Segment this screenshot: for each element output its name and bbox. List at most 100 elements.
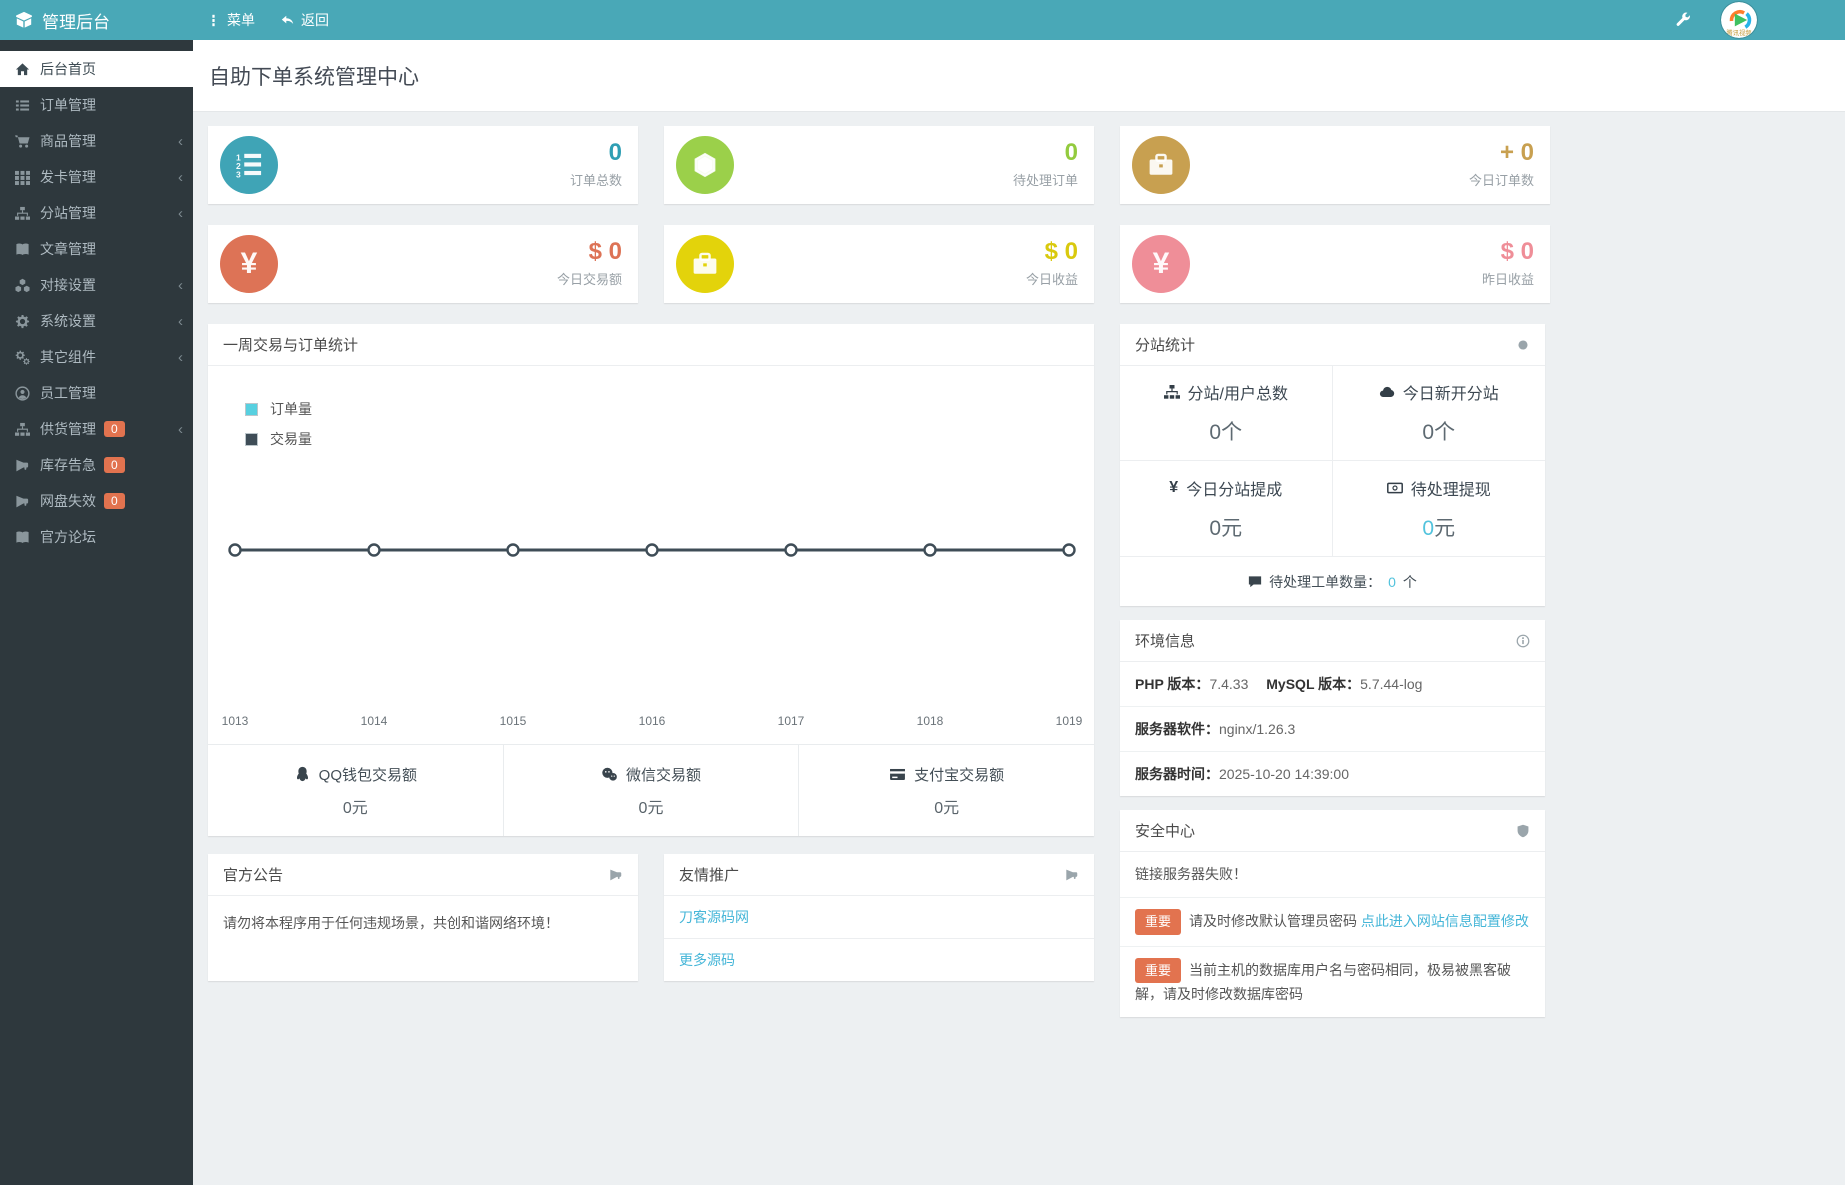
substation-panel: 分站统计 分站/用户总数 0个 今日新开分站 0个 ¥ 今日分站提成 0元 待处… [1120, 324, 1545, 606]
nav-links: 菜单 返回 [193, 10, 329, 30]
banknote-icon [1386, 482, 1403, 493]
x-tick: 1016 [639, 714, 666, 728]
chart-plot: 1013 1014 1015 1016 1017 1018 1019 [222, 543, 1083, 728]
top-navbar: 管理后台 菜单 返回 腾讯视频 [0, 0, 1845, 40]
chevron-left-icon: ‹ [178, 204, 183, 222]
stat-value: 0 [1064, 139, 1078, 166]
sidebar-item-staff[interactable]: 员工管理 [0, 375, 193, 411]
chevron-left-icon: ‹ [178, 312, 183, 330]
netdisk-badge: 0 [104, 493, 125, 509]
main-area: 自助下单系统管理中心 123 0 订单总数 0 待处理订单 + 0 今日订单数 … [193, 0, 1845, 1018]
menu-label: 菜单 [227, 12, 255, 28]
wrench-icon[interactable] [1675, 12, 1691, 28]
stat-label: 今日交易额 [556, 272, 622, 287]
sidebar-item-stock-alert[interactable]: 库存告急 0 [0, 447, 193, 483]
qq-icon [296, 766, 308, 781]
briefcase-icon [1132, 136, 1190, 194]
sidebar-item-orders[interactable]: 订单管理 [0, 87, 193, 123]
bullhorn-icon [16, 495, 29, 507]
announcement-content: 请勿将本程序用于任何违规场景，共创和谐网络环境！ [223, 915, 559, 931]
book-icon [16, 530, 29, 543]
page-title: 自助下单系统管理中心 [209, 65, 419, 89]
security-row-server: 链接服务器失败！ [1120, 852, 1545, 899]
navbar-right: 腾讯视频 [1675, 2, 1845, 38]
stat-card-today-orders: + 0 今日订单数 [1120, 126, 1550, 204]
sidebar-item-cards[interactable]: 发卡管理 ‹ [0, 159, 193, 195]
brand-title: 管理后台 [42, 12, 110, 32]
payment-wechat: 微信交易额 0元 [502, 745, 799, 836]
chevron-left-icon: ‹ [178, 348, 183, 366]
grid-icon [15, 170, 30, 185]
back-label: 返回 [301, 12, 329, 28]
sidebar-item-netdisk-invalid[interactable]: 网盘失效 0 [0, 483, 193, 519]
briefcase-icon [676, 235, 734, 293]
tickets-unit: 个 [1402, 573, 1417, 590]
chart-title: 一周交易与订单统计 [223, 337, 359, 354]
stat-card-today-profit: $ 0 今日收益 [664, 225, 1094, 303]
substation-cell-total: 分站/用户总数 0个 [1120, 366, 1333, 461]
sidebar-item-articles[interactable]: 文章管理 [0, 231, 193, 267]
avatar[interactable]: 腾讯视频 [1721, 2, 1757, 38]
sidebar-item-suppliers[interactable]: 供货管理 0 ‹ [0, 411, 193, 447]
env-row-versions: PHP 版本：7.4.33 MySQL 版本：5.7.44-log [1120, 662, 1545, 707]
back-button[interactable]: 返回 [281, 10, 329, 30]
substation-cell-commission: ¥ 今日分站提成 0元 [1120, 461, 1333, 556]
comment-icon [1248, 575, 1262, 587]
tickets-value: 0 [1388, 573, 1396, 590]
sitemap-icon [15, 422, 30, 436]
bullhorn-icon [609, 868, 623, 882]
tickets-label: 待处理工单数量： [1269, 573, 1382, 590]
sidebar-item-home[interactable]: 后台首页 [0, 51, 193, 87]
stat-value: $ 0 [588, 238, 622, 265]
x-tick: 1013 [222, 714, 249, 728]
stat-label: 今日收益 [1025, 272, 1078, 287]
promo-link-more[interactable]: 更多源码 [664, 938, 1094, 981]
brand[interactable]: 管理后台 [0, 0, 193, 40]
security-row-database: 重要 当前主机的数据库用户名与密码相同，极易被黑客破解，请及时修改数据库密码 [1120, 947, 1545, 1018]
stat-cards: 123 0 订单总数 0 待处理订单 + 0 今日订单数 ¥ $ 0 今日交易额… [208, 126, 1550, 303]
cloud-icon [1379, 386, 1394, 398]
env-row-time: 服务器时间：2025-10-20 14:39:00 [1135, 766, 1349, 782]
avatar-caption: 腾讯视频 [1726, 28, 1752, 37]
substation-value: 0元 [1209, 516, 1243, 540]
x-tick: 1019 [1056, 714, 1083, 728]
x-tick: 1014 [361, 714, 388, 728]
svg-text:3: 3 [236, 169, 241, 178]
sidebar-item-settings[interactable]: 系统设置 ‹ [0, 303, 193, 339]
substation-value-unit: 元 [1434, 516, 1456, 540]
chart-panel-header: 一周交易与订单统计 [208, 324, 1094, 366]
sidebar-item-substations[interactable]: 分站管理 ‹ [0, 195, 193, 231]
stat-card-pending-orders: 0 待处理订单 [664, 126, 1094, 204]
substation-value: 0个 [1209, 421, 1243, 444]
stat-label: 订单总数 [569, 173, 622, 188]
environment-panel: 环境信息 PHP 版本：7.4.33 MySQL 版本：5.7.44-log 服… [1120, 620, 1545, 796]
home-icon [15, 62, 30, 75]
substation-value-num: 0 [1422, 516, 1435, 540]
circle-icon [1516, 338, 1530, 352]
important-badge: 重要 [1135, 909, 1182, 935]
credit-card-icon [890, 768, 906, 780]
promo-link-daoke[interactable]: 刀客源码网 [664, 896, 1094, 938]
promotion-title: 友情推广 [679, 867, 740, 884]
sitemap-icon [1163, 385, 1180, 399]
substation-cell-new-today: 今日新开分站 0个 [1332, 366, 1545, 461]
environment-title: 环境信息 [1135, 633, 1196, 650]
stat-card-yesterday-profit: ¥ $ 0 昨日收益 [1120, 225, 1550, 303]
payment-alipay: 支付宝交易额 0元 [798, 745, 1094, 836]
avatar-logo: 腾讯视频 [1721, 2, 1757, 38]
sidebar-item-integrations[interactable]: 对接设置 ‹ [0, 267, 193, 303]
user-circle-icon [15, 385, 30, 401]
cubes-icon [15, 278, 30, 292]
sidebar-item-forum[interactable]: 官方论坛 [0, 519, 193, 555]
menu-button[interactable]: 菜单 [207, 10, 255, 30]
yen-icon: ¥ [1169, 478, 1179, 496]
sidebar-item-products[interactable]: 商品管理 ‹ [0, 123, 193, 159]
substation-grid: 分站/用户总数 0个 今日新开分站 0个 ¥ 今日分站提成 0元 待处理提现 0… [1120, 366, 1545, 556]
important-badge: 重要 [1135, 957, 1182, 983]
substation-value: 0个 [1422, 421, 1456, 444]
stat-label: 昨日收益 [1481, 272, 1534, 287]
sidebar-item-components[interactable]: 其它组件 ‹ [0, 339, 193, 375]
bullhorn-icon [16, 459, 29, 471]
config-link[interactable]: 点此进入网站信息配置修改 [1361, 913, 1529, 929]
stat-label: 今日订单数 [1468, 173, 1534, 188]
